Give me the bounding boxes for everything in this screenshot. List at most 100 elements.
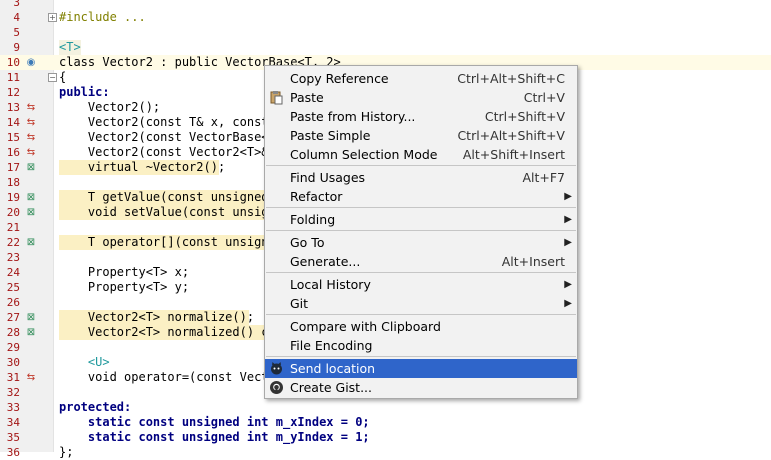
line-number: 26 [6, 296, 20, 309]
submenu-arrow-icon: ▶ [564, 298, 572, 309]
line-number: 5 [13, 26, 20, 39]
code-text: Vector2(); [59, 100, 161, 114]
menu-item-label: Folding [290, 212, 336, 227]
menu-item-paste-simple[interactable]: Paste Simple Ctrl+Alt+Shift+V [265, 126, 577, 145]
code-text: { [59, 70, 67, 84]
menu-item-shortcut: Ctrl+Shift+V [484, 109, 565, 124]
code-line[interactable]: 5 [0, 25, 771, 40]
line-number: 20 [6, 206, 20, 219]
github-icon [269, 380, 284, 395]
menu-separator [266, 165, 576, 166]
menu-separator [266, 230, 576, 231]
line-number: 33 [6, 401, 20, 414]
code-line[interactable]: 3 [0, 0, 771, 10]
line-number: 9 [13, 41, 20, 54]
clipboard-paste-icon [269, 90, 284, 105]
menu-item-file-encoding[interactable]: File Encoding [265, 336, 577, 355]
menu-item-refactor[interactable]: Refactor ▶ [265, 187, 577, 206]
code-line[interactable]: 4 + #include ... [0, 10, 771, 25]
context-menu: Copy Reference Ctrl+Alt+Shift+C Paste Ct… [264, 65, 578, 399]
fold-collapse-icon[interactable]: − [48, 73, 57, 82]
code-text: #include ... [59, 10, 146, 24]
line-number: 31 [6, 371, 20, 384]
menu-item-go-to[interactable]: Go To ▶ [265, 233, 577, 252]
code-text: Vector2(const VectorBase<T [59, 130, 276, 144]
code-line[interactable]: 35 static const unsigned int m_yIndex = … [0, 430, 771, 445]
menu-item-create-gist[interactable]: Create Gist... [265, 378, 577, 397]
subclassed-gutter-icon[interactable]: ◉ [26, 58, 36, 68]
menu-item-compare-with-clipboard[interactable]: Compare with Clipboard [265, 317, 577, 336]
code-text: <U> [59, 355, 110, 369]
code-text: T operator[](const unsigne [59, 235, 276, 250]
override-gutter-icon[interactable]: ⊠ [26, 208, 36, 218]
line-number: 30 [6, 356, 20, 369]
menu-item-find-usages[interactable]: Find Usages Alt+F7 [265, 168, 577, 187]
line-number: 28 [6, 326, 20, 339]
code-line[interactable]: 34 static const unsigned int m_xIndex = … [0, 415, 771, 430]
code-text: static const unsigned int m_xIndex = 0; [59, 415, 370, 429]
octocat-icon [269, 361, 284, 376]
menu-item-label: Git [290, 296, 309, 311]
line-number: 3 [13, 0, 20, 9]
code-line[interactable]: 36 }; [0, 445, 771, 460]
override-gutter-icon[interactable]: ⊠ [26, 193, 36, 203]
implementation-gutter-icon[interactable]: ⇆ [26, 133, 36, 143]
menu-separator [266, 272, 576, 273]
line-number: 15 [6, 131, 20, 144]
override-gutter-icon[interactable]: ⊠ [26, 313, 36, 323]
code-text: <T> [59, 40, 81, 55]
menu-item-shortcut: Ctrl+V [523, 90, 565, 105]
menu-item-shortcut: Alt+Insert [501, 254, 565, 269]
menu-item-column-selection-mode[interactable]: Column Selection Mode Alt+Shift+Insert [265, 145, 577, 164]
menu-item-paste-from-history[interactable]: Paste from History... Ctrl+Shift+V [265, 107, 577, 126]
menu-item-paste[interactable]: Paste Ctrl+V [265, 88, 577, 107]
code-text: public: [59, 85, 110, 99]
menu-item-label: Paste from History... [290, 109, 416, 124]
menu-item-shortcut: Ctrl+Alt+Shift+V [457, 128, 565, 143]
line-number: 10 [6, 56, 20, 69]
menu-item-label: Paste [290, 90, 324, 105]
menu-item-label: Copy Reference [290, 71, 389, 86]
line-number: 27 [6, 311, 20, 324]
override-gutter-icon[interactable]: ⊠ [26, 163, 36, 173]
menu-separator [266, 314, 576, 315]
menu-item-send-location[interactable]: Send location [265, 359, 577, 378]
implementation-gutter-icon[interactable]: ⇆ [26, 118, 36, 128]
code-text: T getValue(const unsigned [59, 190, 269, 205]
menu-item-shortcut: Alt+Shift+Insert [462, 147, 565, 162]
menu-item-label: Find Usages [290, 170, 366, 185]
override-gutter-icon[interactable]: ⊠ [26, 328, 36, 338]
code-line[interactable]: 33 protected: [0, 400, 771, 415]
menu-item-folding[interactable]: Folding ▶ [265, 210, 577, 229]
implementation-gutter-icon[interactable]: ⇆ [26, 148, 36, 158]
code-text: Vector2<T> normalize(); [59, 310, 255, 325]
implementation-gutter-icon[interactable]: ⇆ [26, 103, 36, 113]
code-text: void setValue(const unsign [59, 205, 276, 220]
line-number: 17 [6, 161, 20, 174]
code-text: Vector2<T> normalized() co [59, 325, 276, 340]
menu-item-label: Generate... [290, 254, 361, 269]
menu-item-generate[interactable]: Generate... Alt+Insert [265, 252, 577, 271]
menu-item-label: Local History [290, 277, 371, 292]
override-gutter-icon[interactable]: ⊠ [26, 238, 36, 248]
menu-item-local-history[interactable]: Local History ▶ [265, 275, 577, 294]
menu-item-label: Create Gist... [290, 380, 373, 395]
menu-item-label: Go To [290, 235, 325, 250]
fold-expand-icon[interactable]: + [48, 13, 57, 22]
code-text: Vector2(const Vector2<T>& [59, 145, 269, 159]
line-number: 4 [13, 11, 20, 24]
implementation-gutter-icon[interactable]: ⇆ [26, 373, 36, 383]
line-number: 13 [6, 101, 20, 114]
code-line[interactable]: 9 <T> [0, 40, 771, 55]
code-text: static const unsigned int m_yIndex = 1; [59, 430, 370, 444]
code-text: }; [59, 445, 74, 459]
line-number: 16 [6, 146, 20, 159]
line-number: 36 [6, 446, 20, 459]
line-number: 18 [6, 176, 20, 189]
code-text: protected: [59, 400, 132, 414]
menu-item-git[interactable]: Git ▶ [265, 294, 577, 313]
menu-item-copy-reference[interactable]: Copy Reference Ctrl+Alt+Shift+C [265, 69, 577, 88]
menu-separator [266, 207, 576, 208]
line-number: 12 [6, 86, 20, 99]
menu-item-label: Column Selection Mode [290, 147, 438, 162]
